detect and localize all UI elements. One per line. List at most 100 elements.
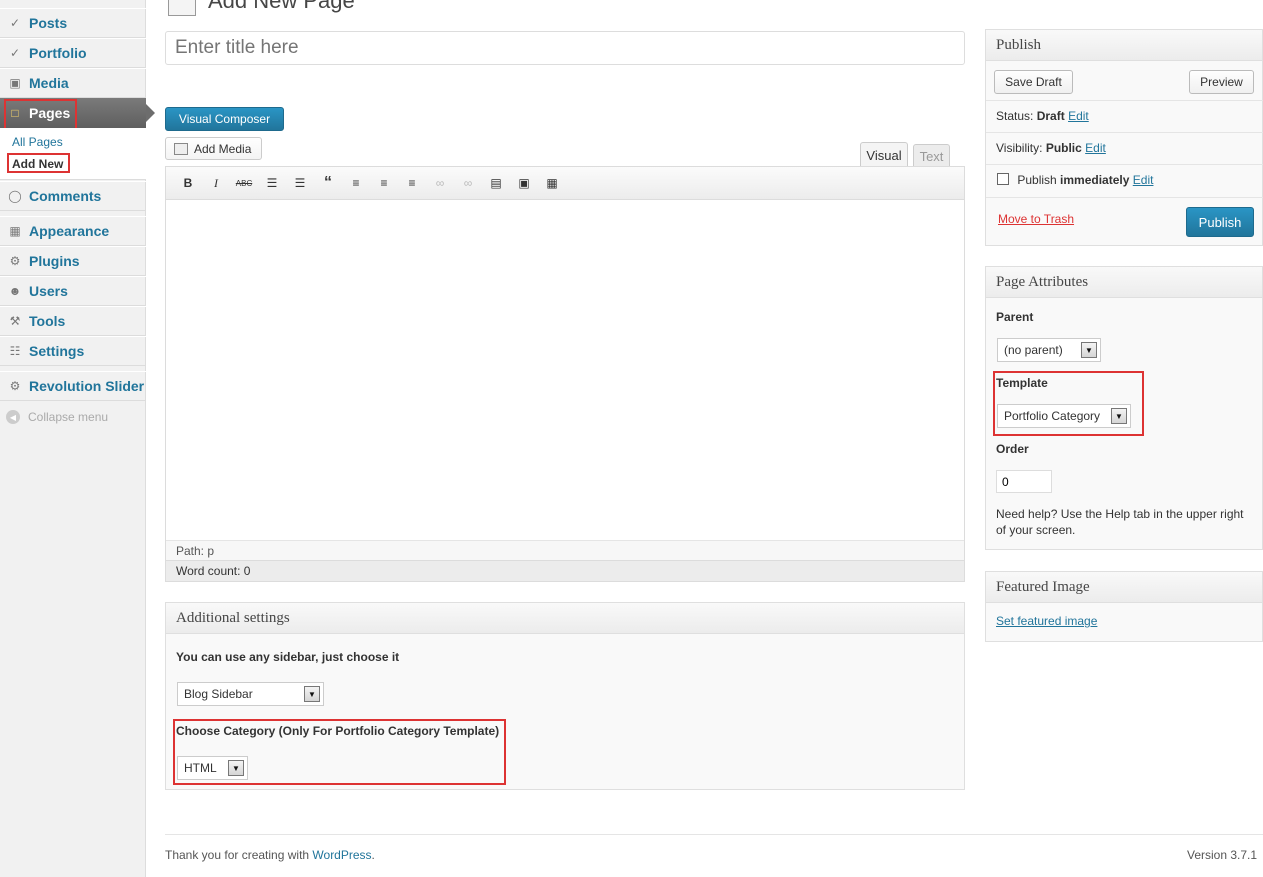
- highlight-box: [4, 99, 77, 130]
- sidebar-select[interactable]: Blog Sidebar ▼: [177, 682, 324, 706]
- visibility-row: Visibility: Public Edit: [996, 141, 1106, 155]
- status-row: Status: Draft Edit: [996, 109, 1089, 123]
- title-input[interactable]: [165, 31, 965, 65]
- parent-label: Parent: [996, 310, 1034, 324]
- template-select[interactable]: Portfolio Category ▼: [997, 404, 1131, 428]
- category-label: Choose Category (Only For Portfolio Cate…: [176, 724, 500, 738]
- template-label: Template: [996, 376, 1048, 390]
- menu-comments[interactable]: ◯ Comments: [0, 181, 146, 211]
- menu-tools[interactable]: ⚒ Tools: [0, 306, 146, 336]
- order-label: Order: [996, 442, 1029, 456]
- move-to-trash-link[interactable]: Move to Trash: [998, 212, 1074, 226]
- collapse-menu[interactable]: ◀ Collapse menu: [6, 410, 108, 424]
- wordpress-link[interactable]: WordPress: [312, 848, 371, 862]
- schedule-label: Publish: [1017, 173, 1057, 187]
- chevron-down-icon: ▼: [228, 760, 244, 776]
- kitchen-sink-icon[interactable]: ▦: [543, 175, 561, 191]
- visual-composer-button[interactable]: Visual Composer: [165, 107, 284, 131]
- status-value: Draft: [1036, 109, 1065, 123]
- edit-schedule-link[interactable]: Edit: [1133, 173, 1154, 187]
- category-select[interactable]: HTML ▼: [177, 756, 248, 780]
- menu-appearance[interactable]: ▦ Appearance: [0, 216, 146, 246]
- numbered-list-icon[interactable]: ☰: [291, 175, 309, 191]
- footer-version: Version 3.7.1: [1187, 848, 1258, 862]
- add-media-label: Add Media: [194, 141, 252, 156]
- blockquote-icon[interactable]: “: [319, 174, 337, 191]
- calendar-icon: [997, 173, 1009, 185]
- menu-portfolio[interactable]: ✓ Portfolio: [0, 38, 146, 68]
- save-draft-button[interactable]: Save Draft: [994, 70, 1073, 94]
- users-icon: ☻: [8, 284, 22, 298]
- link-icon[interactable]: ∞: [431, 175, 449, 191]
- edit-visibility-link[interactable]: Edit: [1085, 141, 1106, 155]
- category-select-value: HTML: [184, 761, 217, 775]
- chevron-down-icon: ▼: [304, 686, 320, 702]
- menu-label: Plugins: [29, 253, 80, 269]
- visibility-value: Public: [1045, 141, 1082, 155]
- menu-label: Users: [29, 283, 68, 299]
- edit-status-link[interactable]: Edit: [1068, 109, 1089, 123]
- footer-thanks: Thank you for creating with WordPress.: [165, 848, 375, 862]
- editor-content-area[interactable]: [166, 200, 964, 540]
- menu-plugins[interactable]: ⚙ Plugins: [0, 246, 146, 276]
- add-media-button[interactable]: Add Media: [165, 137, 262, 160]
- order-input[interactable]: [996, 470, 1052, 493]
- strikethrough-icon[interactable]: ABC: [235, 175, 253, 191]
- tab-text[interactable]: Text: [913, 144, 950, 167]
- menu-label: Revolution Slider: [29, 378, 145, 394]
- parent-select[interactable]: (no parent) ▼: [997, 338, 1101, 362]
- fullscreen-icon[interactable]: ▣: [515, 175, 533, 191]
- footer-thanks-text: Thank you for creating with: [165, 848, 313, 862]
- menu-posts[interactable]: ✓ Posts: [0, 8, 146, 38]
- bullet-list-icon[interactable]: ☰: [263, 175, 281, 191]
- tab-visual[interactable]: Visual: [860, 142, 908, 167]
- page-attributes-title: Page Attributes: [986, 267, 1262, 298]
- menu-label: Settings: [29, 343, 85, 359]
- schedule-row: Publish immediately Edit: [997, 173, 1153, 187]
- align-right-icon[interactable]: ≡: [403, 175, 421, 191]
- submenu-all-pages[interactable]: All Pages: [12, 135, 63, 149]
- admin-sidebar: ✓ Posts ✓ Portfolio ▣ Media □ Pages All …: [0, 0, 155, 877]
- unlink-icon[interactable]: ∞: [459, 175, 477, 191]
- collapse-arrow-icon: ◀: [6, 410, 20, 424]
- menu-users[interactable]: ☻ Users: [0, 276, 146, 306]
- bold-icon[interactable]: B: [179, 175, 197, 191]
- more-tag-icon[interactable]: ▤: [487, 175, 505, 191]
- schedule-value: immediately: [1060, 173, 1130, 187]
- align-left-icon[interactable]: ≡: [347, 175, 365, 191]
- publish-button[interactable]: Publish: [1186, 207, 1254, 237]
- plugins-icon: ⚙: [9, 254, 21, 268]
- sidebar-select-value: Blog Sidebar: [184, 687, 253, 701]
- status-label: Status:: [996, 109, 1034, 123]
- menu-label: Posts: [29, 15, 68, 31]
- media-icon: ▣: [9, 76, 21, 90]
- menu-media[interactable]: ▣ Media: [0, 68, 146, 98]
- italic-icon[interactable]: I: [207, 175, 225, 191]
- menu-label: Tools: [29, 313, 66, 329]
- preview-button[interactable]: Preview: [1189, 70, 1254, 94]
- collapse-label: Collapse menu: [28, 410, 109, 424]
- footer-divider: [165, 834, 1263, 835]
- appearance-icon: ▦: [9, 224, 21, 238]
- set-featured-image-link[interactable]: Set featured image: [996, 614, 1097, 628]
- chevron-down-icon: ▼: [1081, 342, 1097, 358]
- menu-revolution-slider[interactable]: ⚙ Revolution Slider: [0, 371, 146, 401]
- content-editor: B I ABC ☰ ☰ “ ≡ ≡ ≡ ∞ ∞ ▤ ▣ ▦ Path: p Wo…: [165, 166, 965, 582]
- page-title: Add New Page: [208, 0, 355, 13]
- menu-settings[interactable]: ☷ Settings: [0, 336, 146, 366]
- divider: [986, 197, 1263, 198]
- gear-icon: ⚙: [9, 379, 21, 393]
- divider: [986, 132, 1263, 133]
- menu-label: Portfolio: [29, 45, 87, 61]
- parent-select-value: (no parent): [1004, 343, 1063, 357]
- menu-label: Comments: [29, 188, 102, 204]
- divider: [986, 100, 1263, 101]
- featured-image-title: Featured Image: [986, 572, 1262, 603]
- tools-icon: ⚒: [9, 314, 21, 328]
- highlight-box: [7, 153, 70, 173]
- align-center-icon[interactable]: ≡: [375, 175, 393, 191]
- visibility-label: Visibility:: [996, 141, 1043, 155]
- template-select-value: Portfolio Category: [1004, 409, 1101, 423]
- divider: [986, 164, 1263, 165]
- editor-path: Path: p: [166, 540, 964, 560]
